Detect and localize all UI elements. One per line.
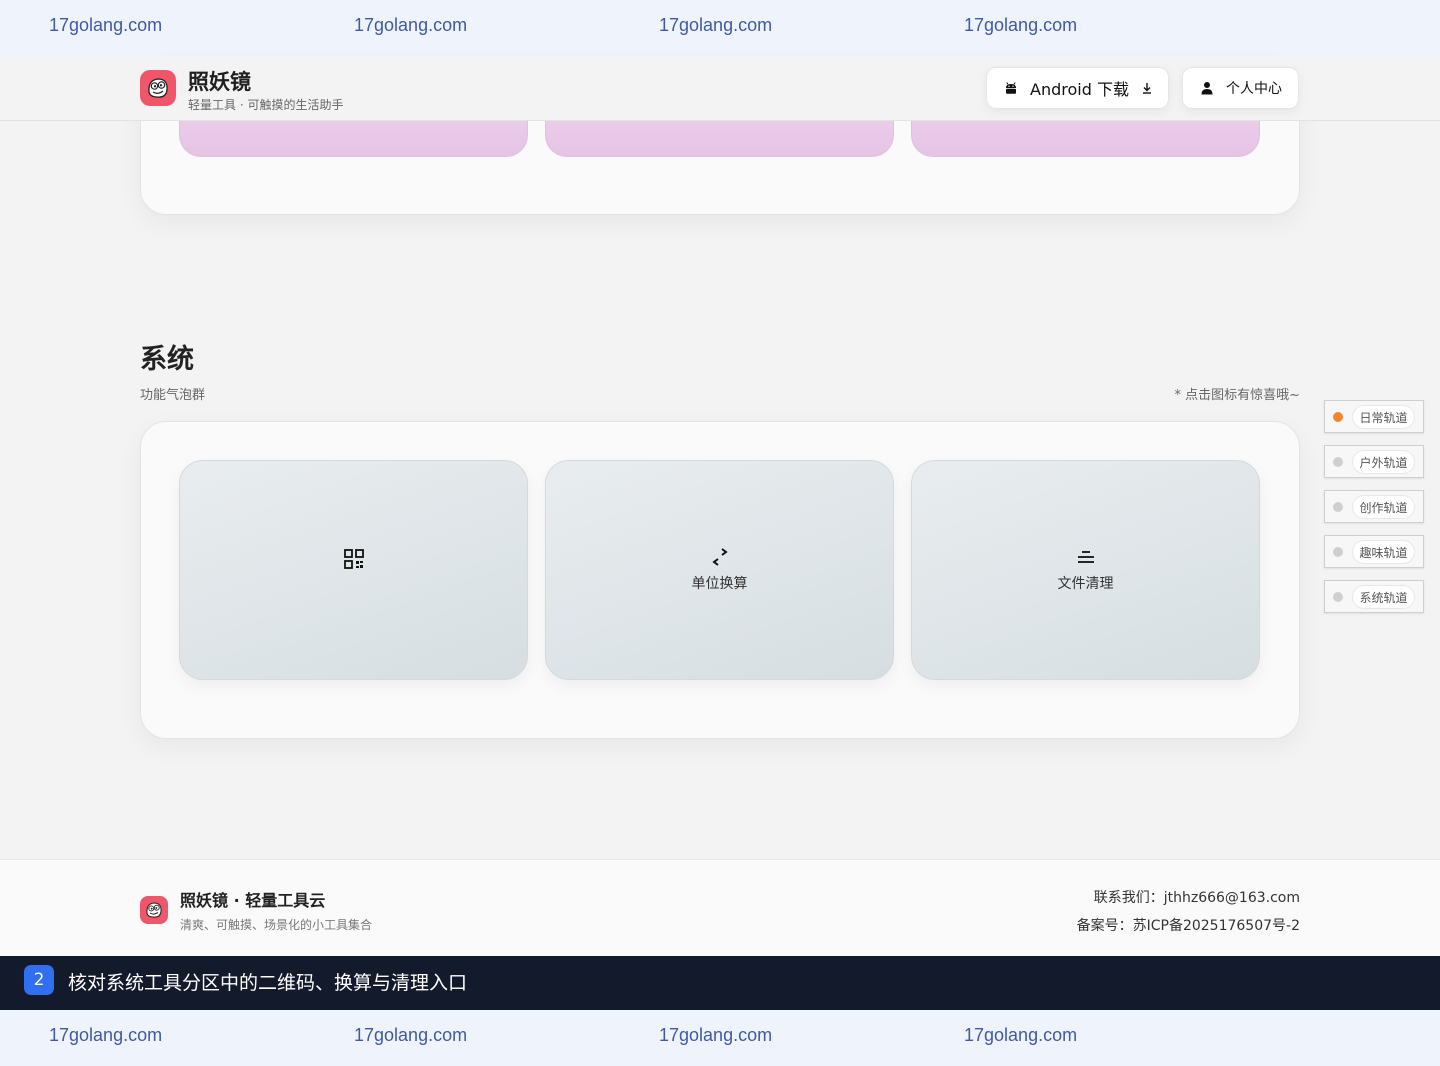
app-logo-icon[interactable]	[140, 70, 176, 106]
qr-code-icon	[343, 549, 364, 569]
clean-lines-icon	[1076, 547, 1096, 567]
nav-label: 创作轨道	[1352, 495, 1415, 519]
watermark-text: 17golang.com	[659, 1025, 773, 1045]
footer-title: 照妖镜 · 轻量工具云	[180, 891, 326, 910]
step-number-badge: 2	[24, 965, 54, 995]
track-nav-rail: 日常轨道 户外轨道 创作轨道 趣味轨道 系统轨道	[1324, 400, 1424, 625]
watermark-text: 17golang.com	[354, 15, 468, 35]
watermark-text: 17golang.com	[49, 1025, 163, 1045]
nav-label: 日常轨道	[1352, 405, 1415, 429]
section-title: 系统	[140, 344, 194, 375]
step-caption-text: 核对系统工具分区中的二维码、换算与清理入口	[68, 972, 468, 994]
nav-item-outdoor[interactable]: 户外轨道	[1324, 445, 1424, 478]
brand-tagline: 轻量工具 · 可触摸的生活助手	[188, 98, 344, 112]
file-cleanup-tool-card[interactable]: 文件清理	[911, 460, 1260, 680]
section-hint: * 点击图标有惊喜哦~	[1174, 388, 1300, 403]
nav-item-fun[interactable]: 趣味轨道	[1324, 535, 1424, 568]
watermark-bar-top: 17golang.com 17golang.com 17golang.com 1…	[0, 0, 1440, 56]
footer-icp[interactable]: 备案号：苏ICP备2025176507号-2	[1077, 915, 1300, 935]
system-tools-panel: 单位换算 文件清理	[140, 421, 1300, 739]
site-footer: 照妖镜 · 轻量工具云 清爽、可触摸、场景化的小工具集合 联系我们：jthhz6…	[0, 859, 1440, 956]
site-header: 照妖镜 轻量工具 · 可触摸的生活助手 Android 下载 个人中心	[0, 56, 1440, 121]
watermark-bar-bottom: 17golang.com 17golang.com 17golang.com 1…	[0, 1010, 1440, 1066]
nav-dot	[1333, 502, 1343, 512]
nav-active-dot	[1333, 412, 1343, 422]
tool-label: 单位换算	[691, 576, 748, 592]
watermark-text: 17golang.com	[49, 15, 163, 35]
nav-item-system[interactable]: 系统轨道	[1324, 580, 1424, 613]
watermark-text: 17golang.com	[659, 15, 773, 35]
tool-label: 文件清理	[1057, 576, 1114, 592]
nav-item-creative[interactable]: 创作轨道	[1324, 490, 1424, 523]
section-subtitle: 功能气泡群	[140, 388, 206, 403]
user-center-label: 个人中心	[1226, 81, 1282, 97]
step-caption-bar: 2 核对系统工具分区中的二维码、换算与清理入口	[0, 956, 1440, 1010]
watermark-text: 17golang.com	[964, 1025, 1078, 1045]
watermark-text: 17golang.com	[964, 15, 1078, 35]
nav-dot	[1333, 547, 1343, 557]
footer-subtitle: 清爽、可触摸、场景化的小工具集合	[180, 918, 373, 932]
brand-name: 照妖镜	[188, 70, 251, 94]
user-icon	[1200, 81, 1214, 95]
nav-dot	[1333, 457, 1343, 467]
swap-arrows-icon	[710, 547, 730, 567]
nav-label: 户外轨道	[1352, 450, 1415, 474]
nav-item-daily[interactable]: 日常轨道	[1324, 400, 1424, 433]
nav-label: 趣味轨道	[1352, 540, 1415, 564]
nav-dot	[1333, 592, 1343, 602]
download-icon	[1141, 82, 1153, 94]
android-download-label: Android 下载	[1030, 80, 1129, 99]
qr-code-tool-card[interactable]	[179, 460, 528, 680]
footer-logo-icon	[140, 896, 168, 924]
android-icon	[1004, 81, 1018, 95]
nav-label: 系统轨道	[1352, 585, 1415, 609]
user-center-button[interactable]: 个人中心	[1182, 67, 1299, 109]
footer-contact[interactable]: 联系我们：jthhz666@163.com	[1094, 887, 1300, 907]
unit-conversion-tool-card[interactable]: 单位换算	[545, 460, 894, 680]
android-download-button[interactable]: Android 下载	[986, 67, 1169, 109]
watermark-text: 17golang.com	[354, 1025, 468, 1045]
